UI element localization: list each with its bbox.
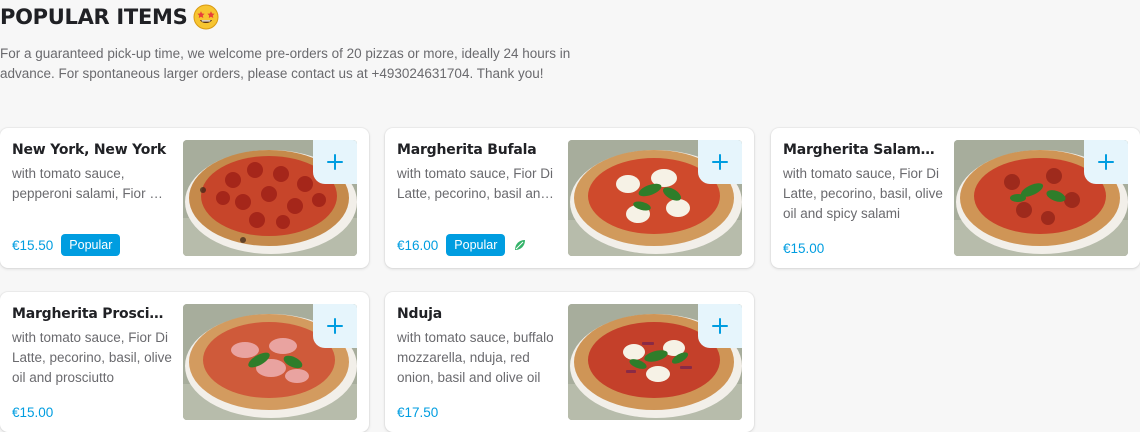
- item-price: €15.00: [12, 405, 54, 420]
- intro-text: For a guaranteed pick-up time, we welcom…: [0, 46, 571, 81]
- menu-item-card[interactable]: Margherita Prosciutto with tomato sauce,…: [0, 292, 369, 432]
- item-description: with tomato sauce, Fior Di Latte, pecori…: [12, 330, 172, 385]
- plus-icon: [327, 318, 343, 334]
- section-heading: POPULAR ITEMS: [0, 4, 219, 30]
- add-to-cart-button[interactable]: [1084, 140, 1128, 184]
- star-struck-emoji-icon: [193, 4, 219, 30]
- add-to-cart-button[interactable]: [698, 304, 742, 348]
- popular-items-section: POPULAR ITEMS For a guaranteed pick-up t…: [0, 0, 1140, 432]
- item-name: Nduja: [397, 306, 442, 322]
- add-to-cart-button[interactable]: [313, 140, 357, 184]
- item-description: with tomato sauce, pepperoni salami, Fio…: [12, 166, 163, 201]
- item-name: New York, New York: [12, 142, 167, 158]
- item-description: with tomato sauce, buffalo mozzarella, n…: [397, 330, 554, 385]
- popular-badge: Popular: [446, 234, 506, 256]
- menu-item-card[interactable]: New York, New York with tomato sauce, pe…: [0, 128, 369, 268]
- plus-icon: [712, 318, 728, 334]
- plus-icon: [327, 154, 343, 170]
- menu-item-card[interactable]: Margherita Salame Piccante with tomato s…: [771, 128, 1140, 268]
- item-description: with tomato sauce, Fior Di Latte, pecori…: [397, 166, 554, 201]
- item-price: €16.00: [397, 237, 439, 253]
- item-name: Margherita Prosciutto: [12, 306, 172, 322]
- add-to-cart-button[interactable]: [698, 140, 742, 184]
- vegetarian-leaf-icon: [515, 240, 526, 250]
- plus-icon: [712, 154, 728, 170]
- item-name: Margherita Bufala: [397, 142, 537, 158]
- item-description: with tomato sauce, Fior Di Latte, pecori…: [783, 166, 943, 221]
- item-price: €15.50: [12, 237, 54, 253]
- popular-badge: Popular: [61, 234, 121, 256]
- section-title: POPULAR ITEMS: [0, 5, 188, 29]
- add-to-cart-button[interactable]: [313, 304, 357, 348]
- menu-item-card[interactable]: Margherita Bufala with tomato sauce, Fio…: [385, 128, 754, 268]
- item-name: Margherita Salame Piccante: [783, 142, 943, 158]
- item-price: €17.50: [397, 405, 439, 420]
- menu-item-card[interactable]: Nduja with tomato sauce, buffalo mozzare…: [385, 292, 754, 432]
- item-price: €15.00: [783, 241, 825, 256]
- plus-icon: [1098, 154, 1114, 170]
